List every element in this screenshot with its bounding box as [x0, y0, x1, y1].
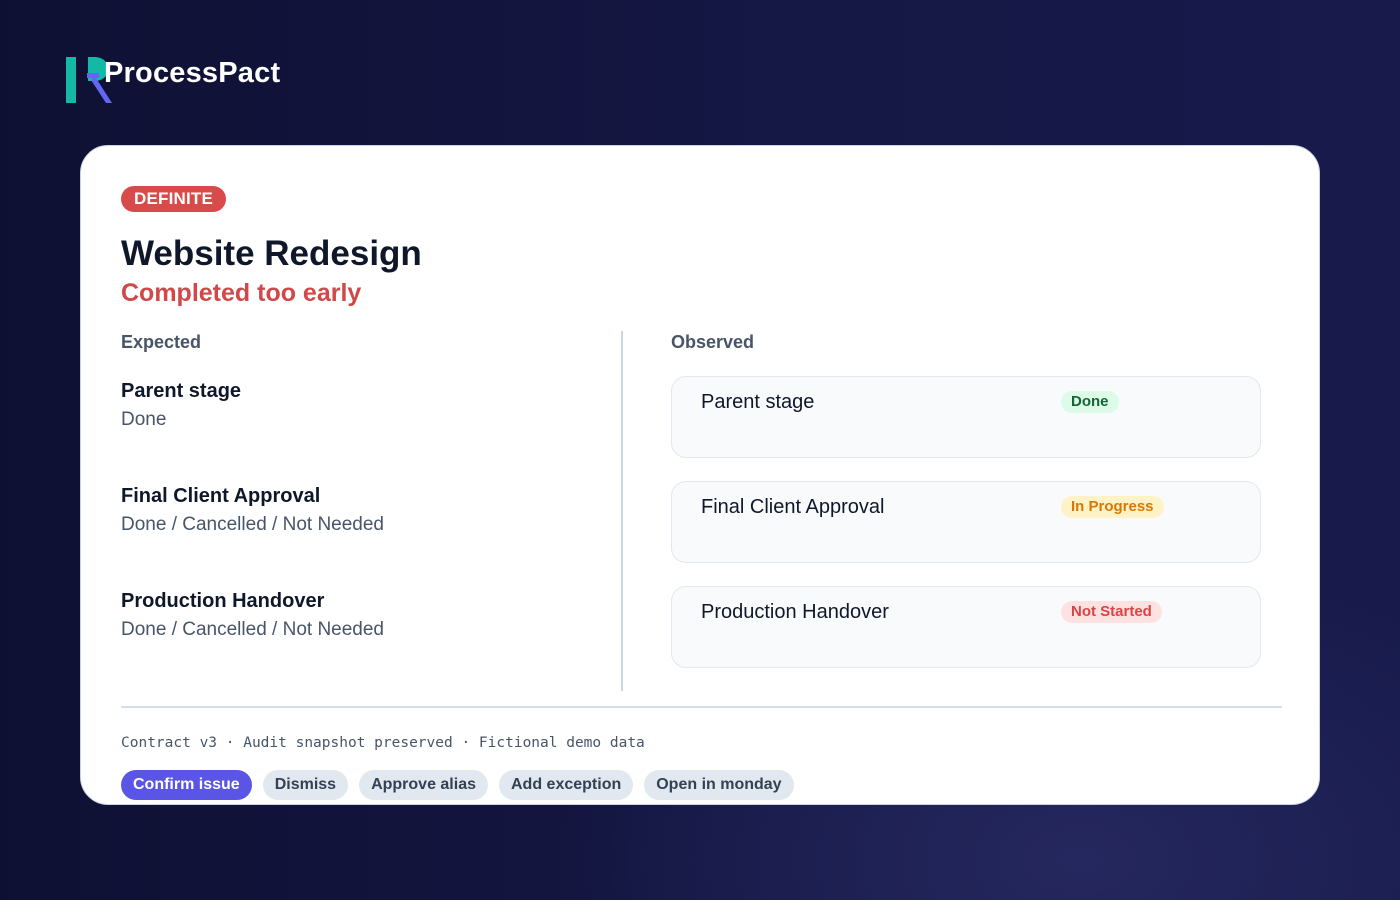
project-title: Website Redesign [121, 234, 422, 273]
approve-alias-button[interactable]: Approve alias [359, 770, 488, 800]
expected-item: Parent stage Done [121, 380, 581, 431]
open-in-monday-button[interactable]: Open in monday [644, 770, 794, 800]
observed-item: Parent stage Done [671, 376, 1261, 458]
expected-item-value: Done / Cancelled / Not Needed [121, 619, 384, 640]
expected-item-name: Parent stage [121, 380, 242, 402]
observed-item-name: Parent stage [701, 391, 815, 413]
audit-meta: Contract v3 · Audit snapshot preserved ·… [121, 735, 645, 751]
expected-item-name: Final Client Approval [121, 485, 321, 507]
observed-item: Final Client Approval In Progress [671, 481, 1261, 563]
observed-item: Production Handover Not Started [671, 586, 1261, 668]
brand-name: ProcessPact [104, 57, 281, 89]
expected-item: Final Client Approval Done / Cancelled /… [121, 485, 581, 536]
expected-heading: Expected [121, 332, 202, 352]
status-badge-in-progress: In Progress [1061, 496, 1164, 518]
expected-item-name: Production Handover [121, 590, 325, 612]
observed-item-name: Final Client Approval [701, 496, 885, 518]
brand: ProcessPact [66, 56, 280, 104]
confirm-issue-button[interactable]: Confirm issue [121, 770, 252, 800]
status-badge-done: Done [1061, 391, 1119, 413]
issue-subtitle: Completed too early [121, 279, 362, 307]
observed-item-name: Production Handover [701, 601, 889, 623]
severity-badge: DEFINITE [121, 186, 227, 212]
column-divider [621, 331, 623, 691]
add-exception-button[interactable]: Add exception [499, 770, 634, 800]
status-badge-not-started: Not Started [1061, 601, 1162, 623]
expected-item-value: Done / Cancelled / Not Needed [121, 514, 384, 535]
expected-item: Production Handover Done / Cancelled / N… [121, 590, 581, 641]
footer-divider [121, 706, 1282, 708]
observed-heading: Observed [671, 332, 755, 352]
dismiss-button[interactable]: Dismiss [262, 770, 349, 800]
action-bar: Confirm issue Dismiss Approve alias Add … [121, 770, 794, 800]
issue-card: DEFINITE Website Redesign Completed too … [80, 145, 1320, 805]
expected-item-value: Done [121, 409, 167, 430]
